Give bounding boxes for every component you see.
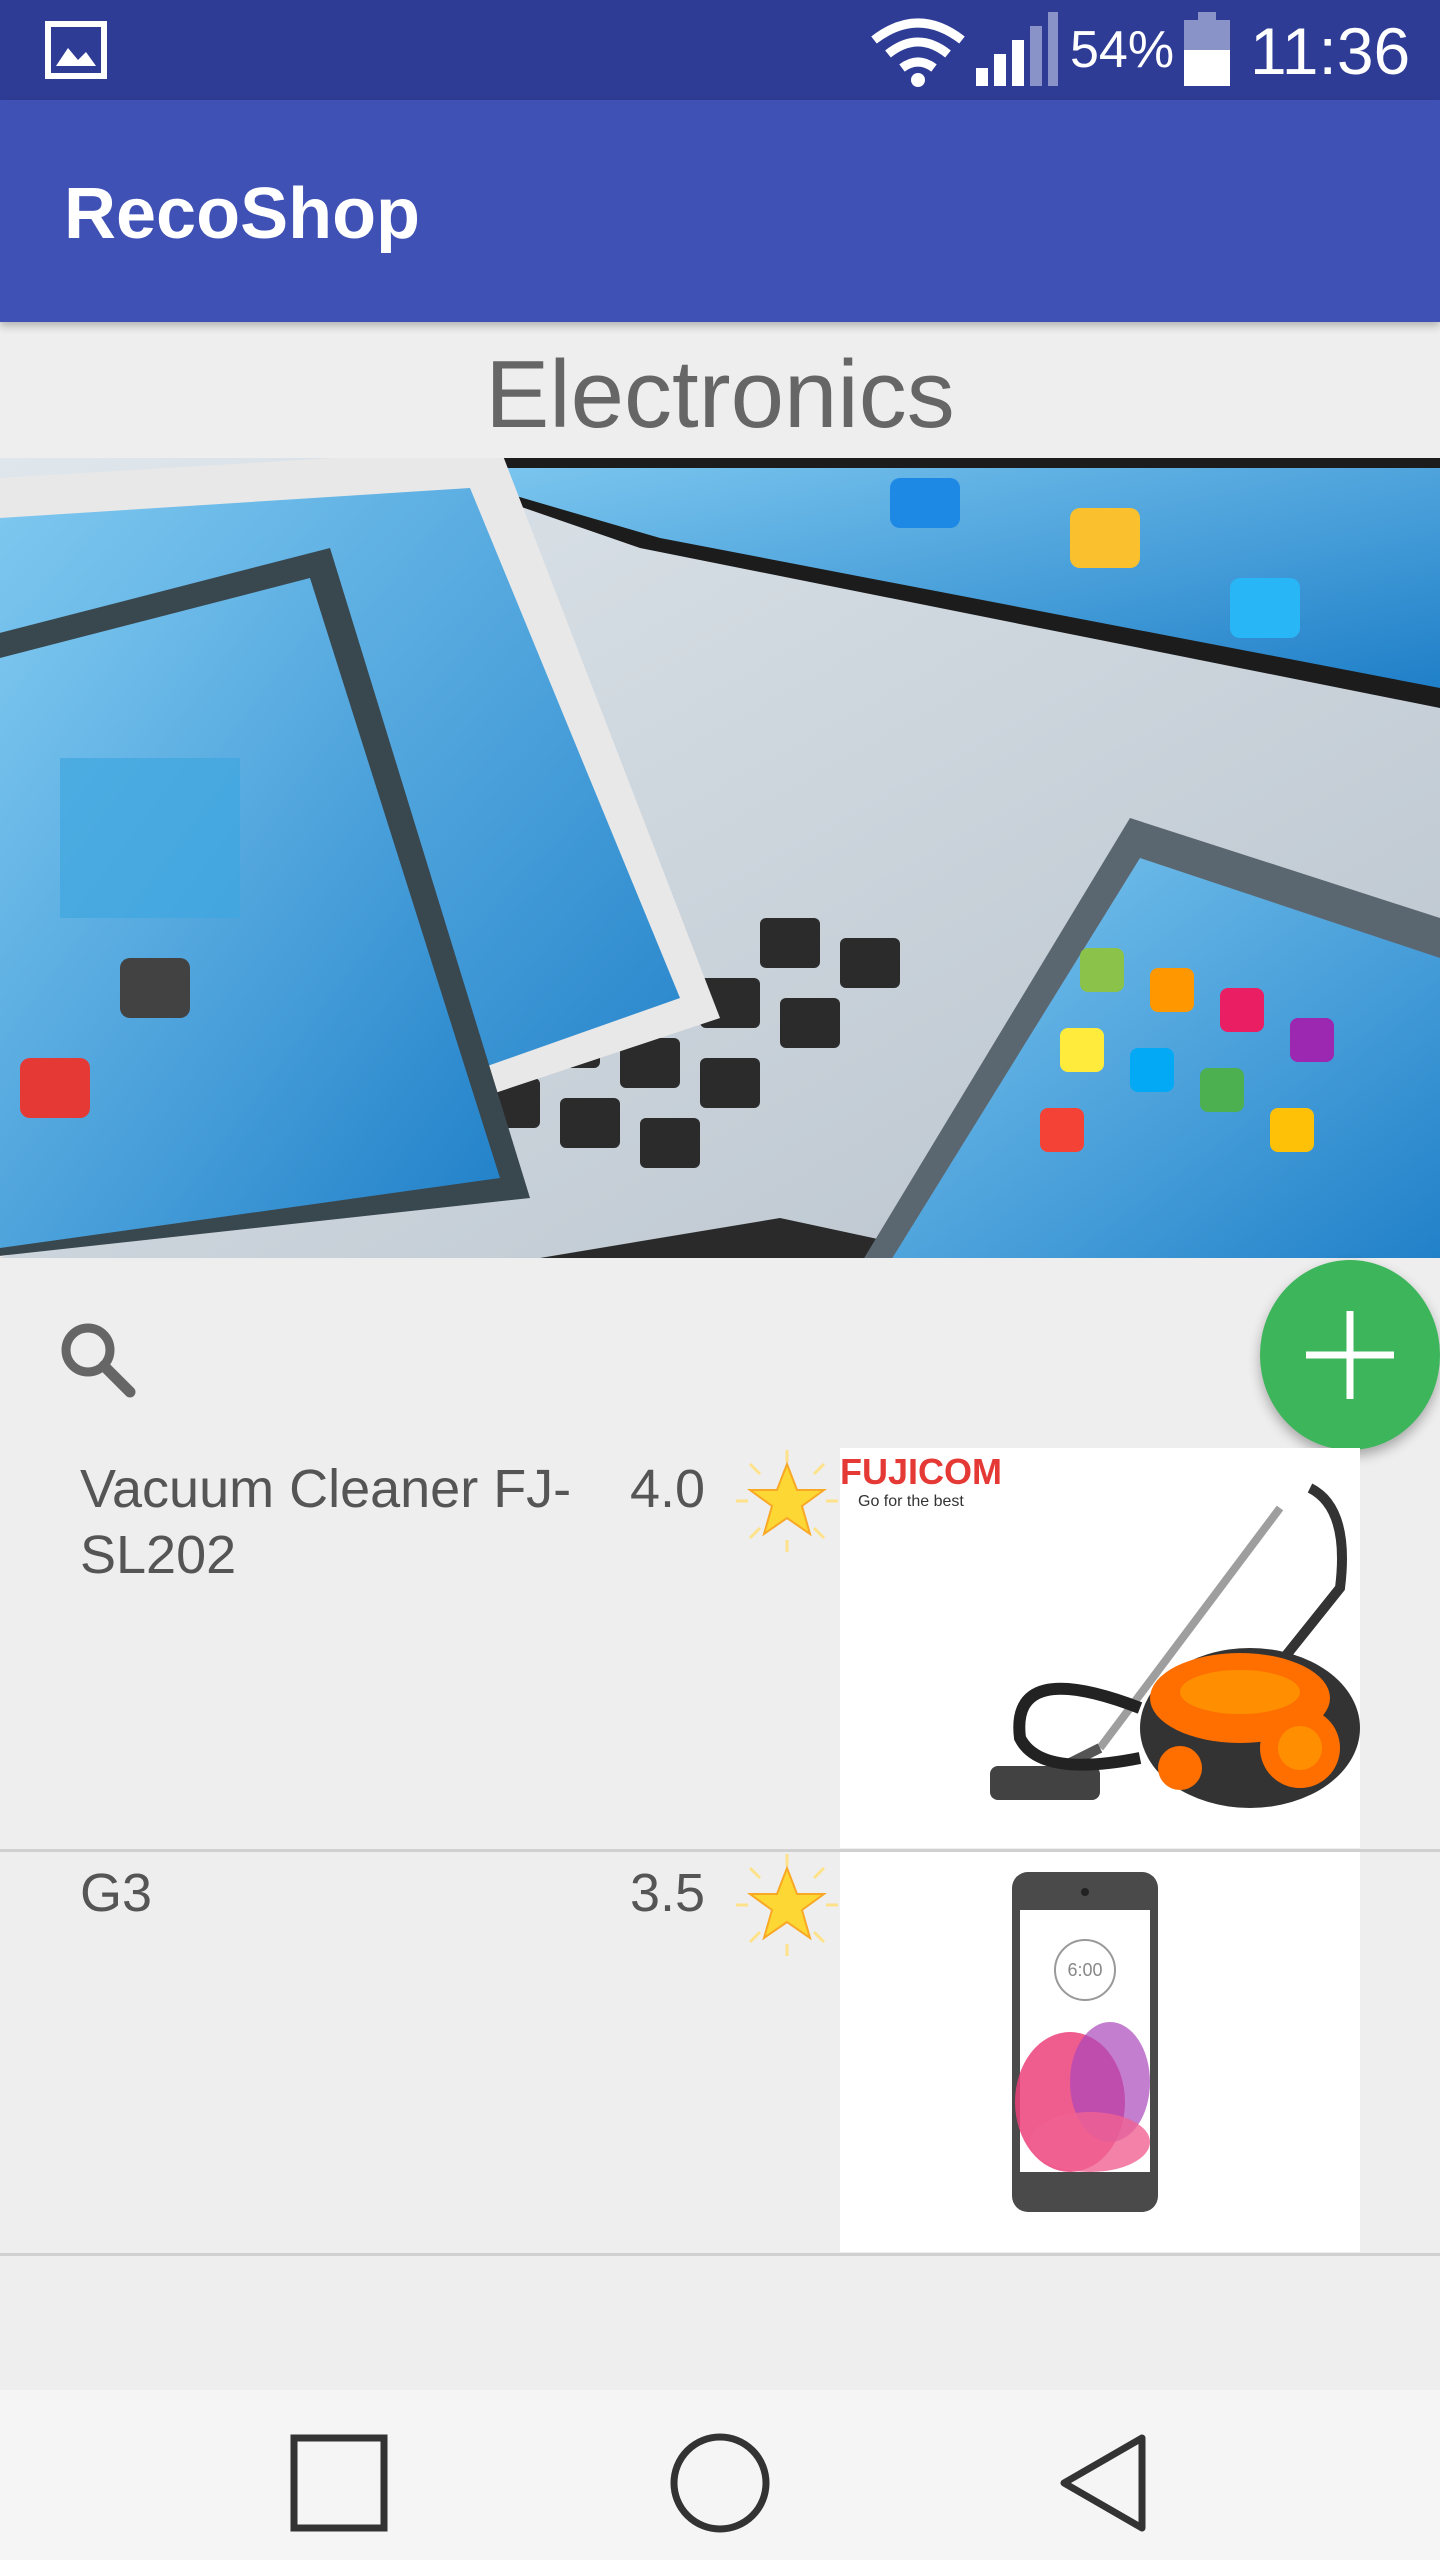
phone-clock: 6:00 (1067, 1960, 1102, 1980)
brand-tagline: Go for the best (858, 1493, 964, 1510)
recents-icon[interactable] (284, 2428, 394, 2538)
battery-percentage: 54% (1070, 21, 1175, 79)
star-icon (736, 1854, 838, 1956)
status-bar: 54% 11:36 (0, 0, 1440, 100)
product-rating: 4.0 (630, 1459, 706, 1519)
category-banner-image (0, 458, 1440, 1258)
wifi-icon (871, 18, 965, 87)
category-title: Electronics (485, 341, 955, 448)
battery-icon (1184, 12, 1230, 86)
app-bar: RecoShop (0, 100, 1440, 322)
product-list-item[interactable]: Vacuum Cleaner FJ-SL202 4.0 FUJICOM Go f… (0, 1448, 1440, 1852)
plus-icon (1306, 1311, 1394, 1399)
vacuum-cleaner-image: FUJICOM Go for the best (840, 1448, 1360, 1848)
smartphone-image: 6:00 (840, 1852, 1360, 2252)
star-icon (736, 1450, 838, 1552)
app-title: RecoShop (64, 174, 421, 254)
brand-logo: FUJICOM (840, 1451, 1002, 1492)
product-name: G3 (80, 1863, 153, 1923)
signal-icon (976, 12, 1058, 86)
status-clock: 11:36 (1250, 14, 1411, 88)
navigation-bar (0, 2390, 1440, 2560)
back-icon[interactable] (1050, 2428, 1160, 2538)
search-icon[interactable] (54, 1316, 140, 1402)
home-icon[interactable] (665, 2428, 775, 2538)
add-product-button[interactable] (1260, 1260, 1440, 1450)
gallery-icon (45, 21, 107, 79)
product-name: Vacuum Cleaner FJ-SL202 (80, 1459, 572, 1585)
product-list-item[interactable]: G3 3.5 6:00 (0, 1852, 1440, 2256)
product-rating: 3.5 (630, 1863, 706, 1923)
